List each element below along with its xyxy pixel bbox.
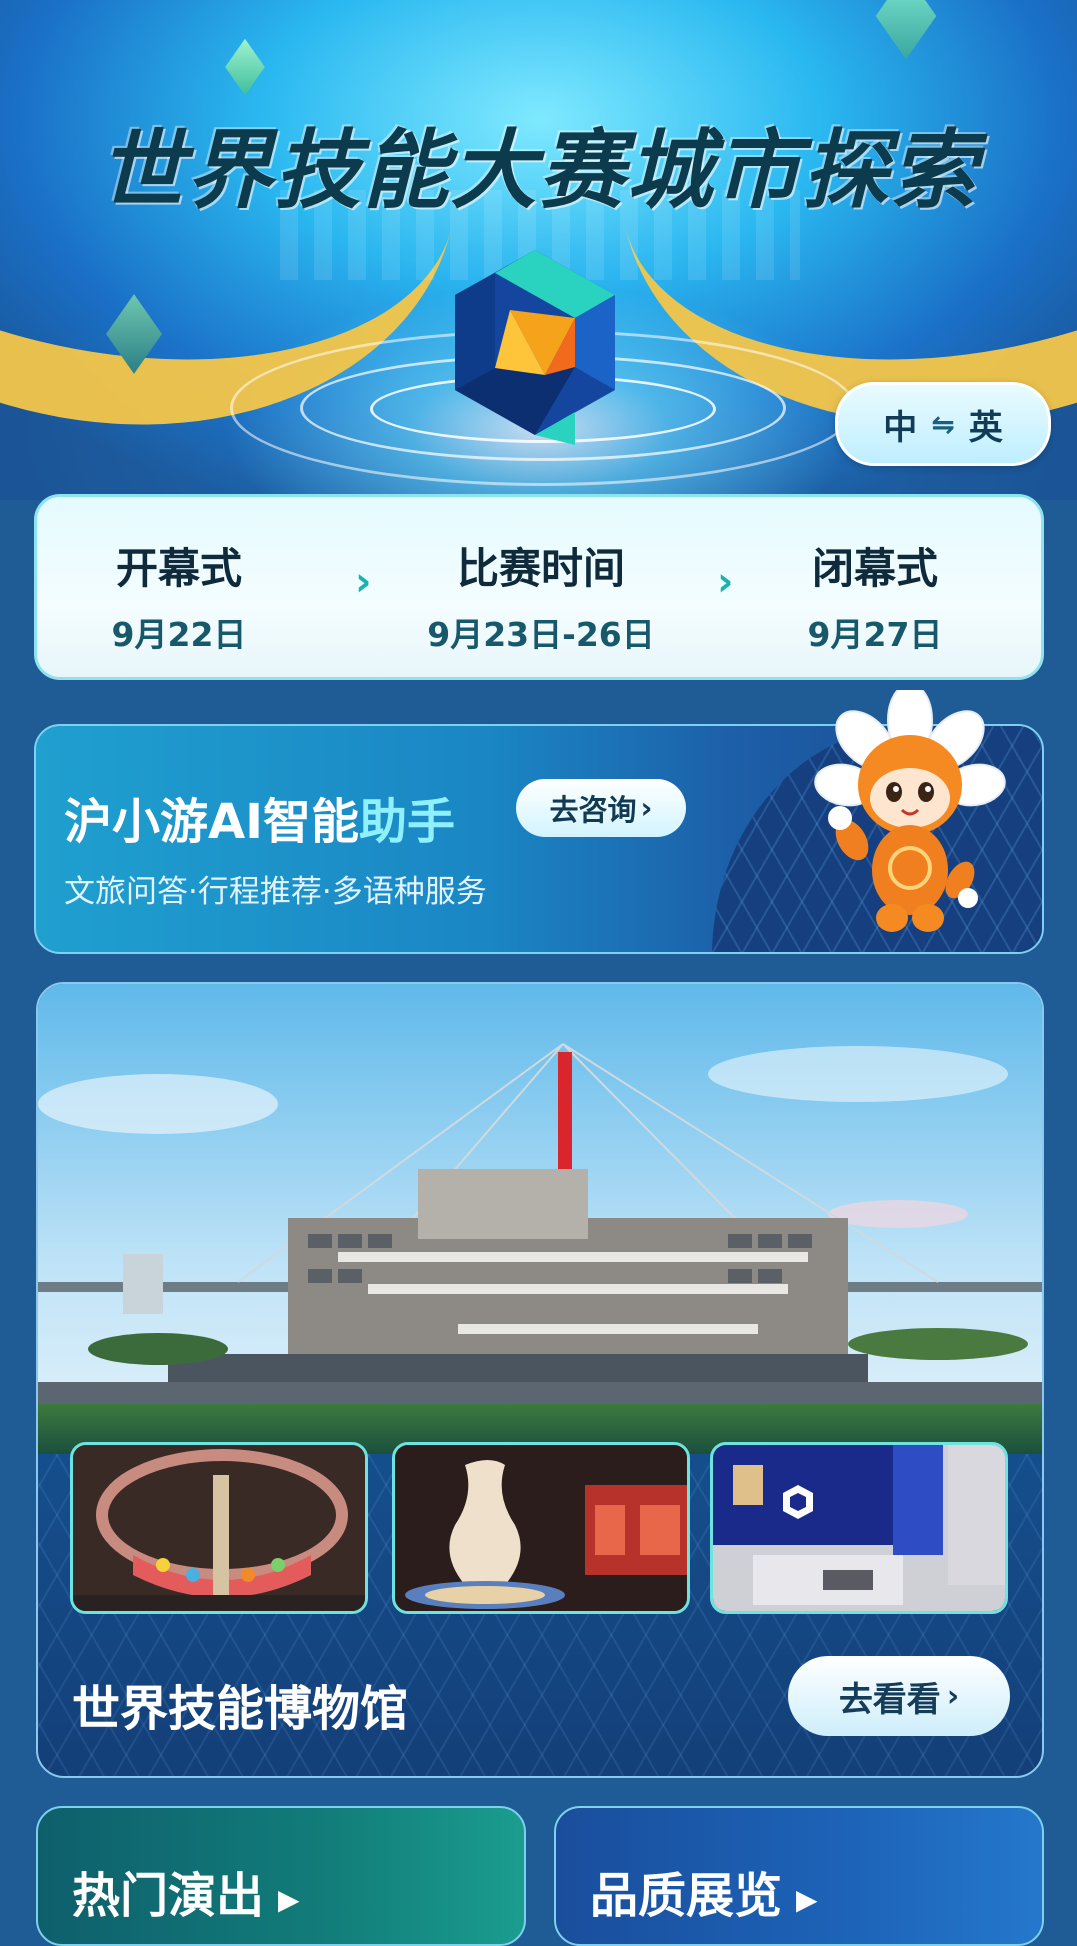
museum-thumbnail-vase[interactable] [392,1442,690,1614]
chevron-right-icon: › [355,559,372,605]
museum-building-photo [38,984,1042,1454]
hot-performances-card[interactable]: 热门演出 ▶ [36,1806,526,1946]
event-schedule-card: 开幕式 9月22日 › 比赛时间 9月23日-26日 › 闭幕式 9月27日 [34,494,1044,680]
swap-arrows-icon: ⇋ [931,407,955,441]
exhibit-hall-image [73,1445,365,1611]
consult-button-label: 去咨询 [549,793,637,827]
language-switch-button[interactable]: 中 ⇋ 英 [835,382,1051,466]
museum-title: 世界技能博物馆 [72,1681,409,1737]
card-title-label: 品质展览 [590,1868,783,1924]
exhibit-screen-image [713,1445,1005,1611]
go-see-button-label: 去看看 [838,1679,941,1720]
schedule-competition: 比赛时间 9月23日-26日 [391,535,691,656]
schedule-opening: 开幕式 9月22日 [29,535,329,656]
ai-assistant-subtitle: 文旅问答·行程推荐·多语种服务 [64,874,487,910]
quality-exhibitions-card[interactable]: 品质展览 ▶ [554,1806,1044,1946]
mascot-hu-xiaoyou [814,690,1006,932]
hot-performances-title: 热门演出 ▶ [72,1856,300,1926]
ai-title-main: 沪小游AI智能 [64,794,360,850]
lang-chinese-label: 中 [883,407,918,448]
schedule-label: 开幕式 [115,544,242,593]
hero-title: 世界技能大赛城市探索 [98,121,979,221]
ai-assistant-title: 沪小游AI智能助手 [64,782,455,852]
museum-card[interactable]: 世界技能博物馆 去看看 › [36,982,1044,1778]
schedule-closing: 闭幕式 9月27日 [725,535,1025,656]
schedule-date: 9月23日-26日 [427,615,655,654]
go-see-button[interactable]: 去看看 › [788,1656,1010,1736]
schedule-label: 比赛时间 [456,544,625,593]
museum-thumbnail-exhibition[interactable] [710,1442,1008,1614]
ai-title-highlight: 助手 [359,794,456,850]
card-title-label: 热门演出 [72,1868,265,1924]
schedule-date: 9月27日 [807,615,943,654]
schedule-date: 9月22日 [111,615,247,654]
play-triangle-icon: ▶ [278,1882,300,1916]
hero-banner: 世界技能大赛城市探索 中 ⇋ 英 [0,0,1077,500]
chevron-right-icon: › [946,1678,960,1714]
exhibit-vase-image [395,1445,687,1611]
worldskills-logo [455,250,615,445]
chevron-right-icon: › [640,791,653,825]
play-triangle-icon: ▶ [796,1882,818,1916]
schedule-label: 闭幕式 [811,544,938,593]
consult-button[interactable]: 去咨询 › [516,779,686,837]
quality-exhibitions-title: 品质展览 ▶ [590,1856,818,1926]
lang-english-label: 英 [968,407,1003,448]
museum-thumbnail-rotunda[interactable] [70,1442,368,1614]
